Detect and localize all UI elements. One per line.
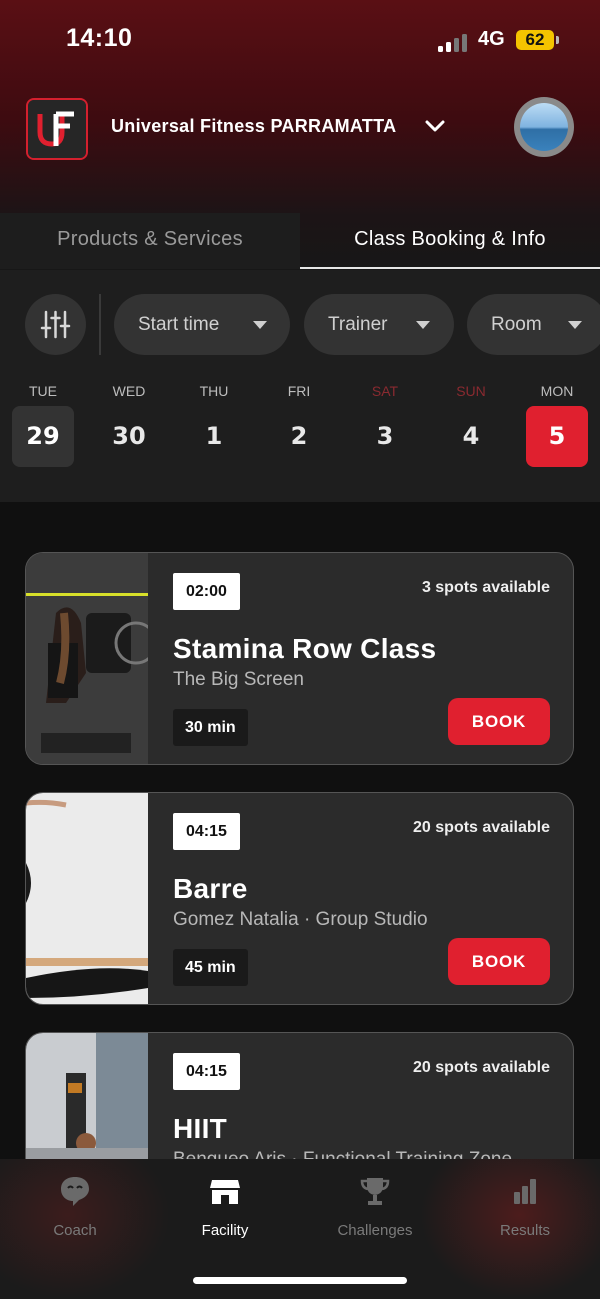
day-sun[interactable]: SUN 4 — [440, 376, 502, 467]
class-time: 04:15 — [173, 813, 240, 850]
class-duration: 45 min — [173, 949, 248, 986]
start-time-filter[interactable]: Start time — [114, 294, 290, 355]
nav-results-label: Results — [499, 1222, 551, 1239]
home-indicator — [193, 1277, 407, 1284]
spots-available: 20 spots available — [413, 819, 550, 836]
day-number: 3 — [376, 422, 394, 450]
network-type: 4G — [478, 28, 505, 50]
start-time-label: Start time — [138, 314, 220, 335]
sliders-icon — [40, 310, 71, 339]
chevron-down-icon[interactable] — [424, 118, 446, 134]
nav-results[interactable]: Results — [450, 1172, 600, 1239]
class-title: Barre — [173, 873, 248, 904]
day-name: MON — [540, 383, 574, 399]
status-bar: 14:10 4G 62 — [0, 24, 600, 58]
class-title: HIIT — [173, 1113, 228, 1144]
chat-bubble-icon — [0, 1172, 150, 1210]
battery-icon: 62 — [516, 30, 559, 50]
nav-challenges[interactable]: Challenges — [300, 1172, 450, 1239]
class-title: Stamina Row Class — [173, 633, 437, 664]
nav-facility-label: Facility — [201, 1222, 249, 1239]
class-thumbnail — [26, 553, 148, 764]
day-name: TUE — [29, 383, 57, 399]
tab-products-services[interactable]: Products & Services — [0, 213, 300, 269]
status-time: 14:10 — [66, 24, 133, 52]
class-location: The Big Screen — [173, 669, 304, 690]
spots-available: 20 spots available — [413, 1059, 550, 1076]
tab-bar: Products & Services Class Booking & Info — [0, 213, 600, 269]
venue-name[interactable]: Universal Fitness PARRAMATTA — [111, 116, 396, 137]
day-tue[interactable]: TUE 29 — [12, 376, 74, 467]
day-name: SAT — [371, 383, 399, 399]
nav-challenges-label: Challenges — [337, 1222, 413, 1239]
class-card[interactable]: 04:15 20 spots available Barre Gomez Nat… — [25, 792, 574, 1005]
caret-down-icon — [416, 321, 430, 329]
filter-divider — [99, 294, 101, 355]
day-sat[interactable]: SAT 3 — [354, 376, 416, 467]
nav-facility[interactable]: Facility — [150, 1172, 300, 1239]
book-button[interactable]: BOOK — [448, 698, 550, 745]
class-thumbnail — [26, 793, 148, 1004]
spots-available: 3 spots available — [421, 579, 550, 596]
nav-coach[interactable]: Coach — [0, 1172, 150, 1239]
class-duration: 30 min — [173, 709, 248, 746]
signal-icon — [438, 32, 470, 52]
day-number: 5 — [526, 406, 588, 467]
day-name: SUN — [456, 383, 486, 399]
nav-coach-label: Coach — [53, 1222, 97, 1239]
day-number: 2 — [290, 422, 308, 450]
day-number: 29 — [12, 406, 74, 467]
day-name: FRI — [287, 383, 311, 399]
room-label: Room — [491, 314, 542, 335]
trainer-label: Trainer — [328, 314, 388, 335]
bar-chart-icon — [450, 1172, 600, 1210]
class-time: 04:15 — [173, 1053, 240, 1090]
book-button[interactable]: BOOK — [448, 938, 550, 985]
day-name: THU — [199, 383, 229, 399]
day-number: 4 — [462, 422, 480, 450]
caret-down-icon — [568, 321, 582, 329]
day-name: WED — [112, 383, 146, 399]
caret-down-icon — [253, 321, 267, 329]
class-location: Gomez Natalia · Group Studio — [173, 909, 428, 930]
day-number: 30 — [112, 422, 146, 450]
avatar[interactable] — [514, 97, 574, 157]
tab-class-booking[interactable]: Class Booking & Info — [300, 213, 600, 269]
class-card[interactable]: 02:00 3 spots available Stamina Row Clas… — [25, 552, 574, 765]
day-number: 1 — [205, 422, 223, 450]
class-time: 02:00 — [173, 573, 240, 610]
trainer-filter[interactable]: Trainer — [304, 294, 454, 355]
room-filter[interactable]: Room — [467, 294, 600, 355]
day-fri[interactable]: FRI 2 — [268, 376, 330, 467]
storefront-icon — [150, 1172, 300, 1210]
day-thu[interactable]: THU 1 — [183, 376, 245, 467]
venue-logo[interactable] — [26, 98, 88, 160]
trophy-icon — [300, 1172, 450, 1210]
day-wed[interactable]: WED 30 — [98, 376, 160, 467]
day-mon[interactable]: MON 5 — [526, 376, 588, 467]
filter-settings-button[interactable] — [25, 294, 86, 355]
